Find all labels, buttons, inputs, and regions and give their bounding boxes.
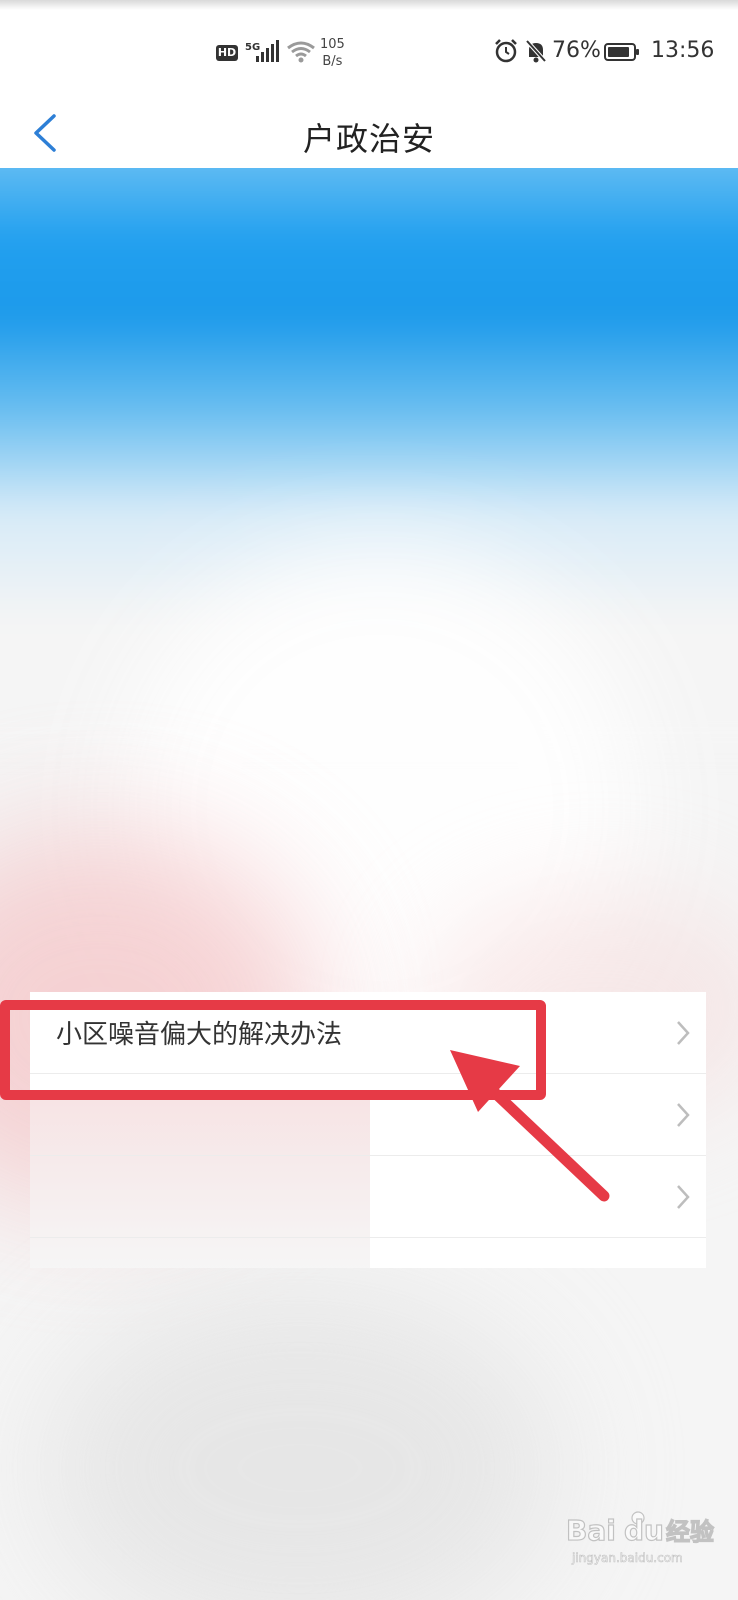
divider — [30, 1237, 706, 1238]
battery-percent: 76% — [552, 38, 601, 63]
speed-unit: B/s — [322, 54, 343, 69]
mute-icon — [525, 39, 547, 63]
top-shadow — [0, 0, 738, 10]
list-item[interactable] — [30, 1156, 706, 1238]
blur-glow — [40, 1288, 560, 1600]
app-screen: HD 5G 105 B/s 76% 13:56 户政治安 小区噪音偏大的解决办法… — [0, 0, 738, 1600]
svg-text:du: du — [624, 1514, 664, 1547]
chevron-right-icon — [677, 1103, 690, 1127]
speed-value: 105 — [320, 37, 345, 52]
nav-bar: 户政治安 — [0, 100, 738, 168]
chevron-right-icon — [677, 1185, 690, 1209]
svg-text:Bai: Bai — [566, 1514, 616, 1547]
blurred-content — [0, 168, 738, 1600]
battery-icon — [604, 43, 639, 61]
wifi-icon — [287, 41, 315, 63]
signal-icon — [256, 40, 280, 62]
chevron-right-icon — [677, 1021, 690, 1045]
clock: 13:56 — [651, 38, 715, 63]
page-title: 户政治安 — [302, 120, 435, 158]
hd-icon: HD — [216, 45, 238, 61]
network-speed: 105 B/s — [320, 36, 345, 70]
alarm-icon — [495, 39, 517, 63]
svg-text:jingyan.baidu.com: jingyan.baidu.com — [571, 1551, 683, 1565]
baidu-jingyan-watermark: Bai du 经验 jingyan.baidu.com — [566, 1511, 715, 1565]
svg-text:经验: 经验 — [666, 1518, 714, 1546]
annotation-highlight-box — [0, 1000, 546, 1100]
status-bar: HD 5G 105 B/s 76% 13:56 — [0, 0, 738, 100]
